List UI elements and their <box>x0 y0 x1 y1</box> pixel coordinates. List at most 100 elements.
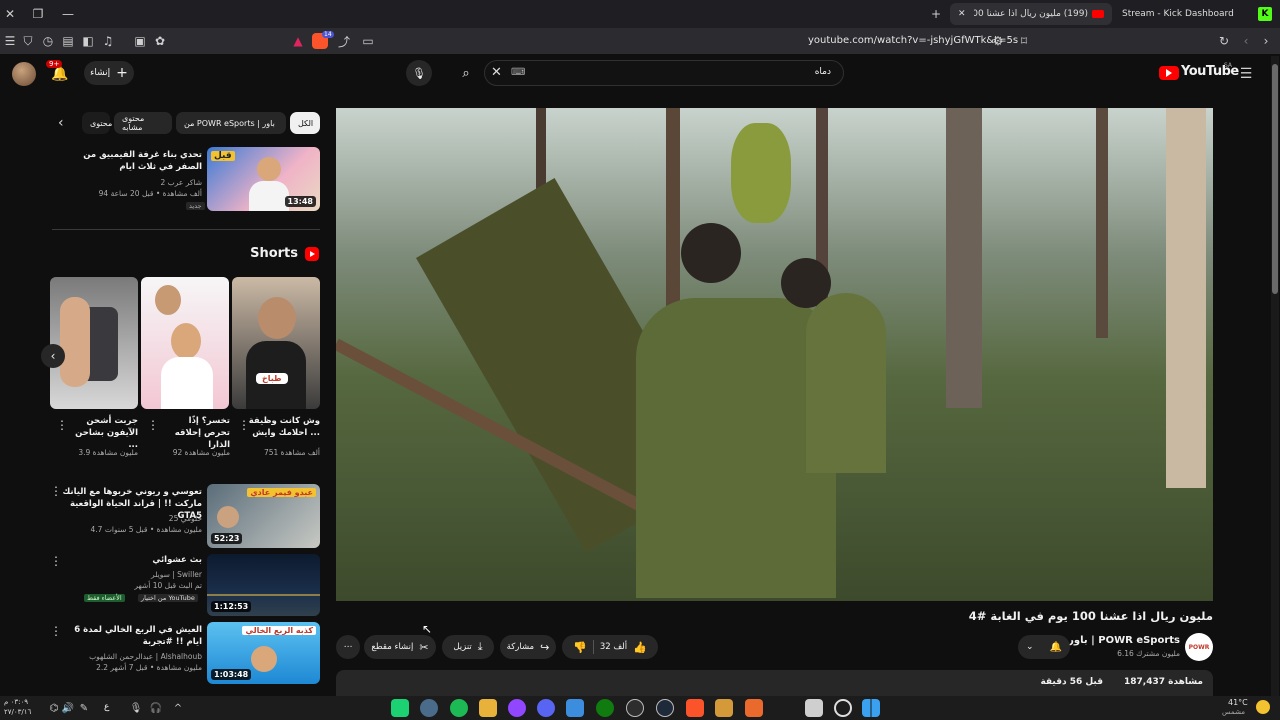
chip-channel[interactable]: من POWR eSports | باور <box>176 112 286 134</box>
extensions-icon[interactable]: ✿ <box>150 31 170 51</box>
brave-rewards-icon[interactable]: ▲ <box>288 31 308 51</box>
share-page-icon[interactable]: ⤴ <box>334 31 354 51</box>
history-icon[interactable]: ◷ <box>38 31 58 51</box>
short-title[interactable]: جربت أشحن الآيفون بشاحن ... <box>70 415 138 451</box>
search-input[interactable]: دماه <box>815 67 831 77</box>
minimize-window-icon[interactable]: — <box>58 4 78 24</box>
screenshot-icon[interactable]: ▣ <box>130 31 150 51</box>
clock-time[interactable]: ٠٣:٠٩ م <box>4 697 28 707</box>
discord-icon[interactable] <box>537 699 555 717</box>
chip-similar[interactable]: محتوى مشابه <box>114 112 172 134</box>
chip-related[interactable]: محتوى <box>82 112 112 134</box>
language-indicator[interactable]: ع <box>104 702 109 712</box>
more-options-icon[interactable]: ⋮ <box>50 554 62 568</box>
avatar[interactable] <box>12 62 36 86</box>
back-icon[interactable]: ‹ <box>1236 31 1256 51</box>
github-icon[interactable] <box>626 699 644 717</box>
file-explorer-icon[interactable] <box>479 699 497 717</box>
settings-app-icon[interactable] <box>420 699 438 717</box>
wallet-icon[interactable]: ▤ <box>58 31 78 51</box>
dislike-icon[interactable]: 👎 <box>573 641 587 654</box>
short-thumbnail-1[interactable]: طباخ <box>232 277 320 409</box>
short-title[interactable]: وش كانت وظيفة احلامك وايش ... <box>248 415 320 439</box>
tray-expand-icon[interactable]: ^ <box>168 698 188 718</box>
related-channel[interactable]: عبدالرحمن الشلهوب | Alshalhoub <box>60 651 202 662</box>
related-channel[interactable]: حلومي 25 <box>60 513 202 524</box>
more-options-icon[interactable]: ⋮ <box>50 624 62 638</box>
more-options-icon[interactable]: ⋮ <box>147 418 159 432</box>
forward-icon[interactable]: › <box>1256 31 1276 51</box>
short-thumbnail-2[interactable] <box>141 277 229 409</box>
url-text[interactable]: youtube.com/watch?v=-jshyjGfWTk&t=5s <box>808 35 1018 46</box>
create-button[interactable]: إنشاء + <box>84 61 134 85</box>
related-thumbnail[interactable]: عبدو فيمر عادي 52:23 <box>207 484 320 548</box>
video-player[interactable] <box>336 108 1213 601</box>
microphone-tray-icon[interactable]: 🎙 <box>126 698 146 718</box>
clip-button[interactable]: إنشاء مقطع ✂ <box>364 635 436 659</box>
description-box[interactable]: 187,437 مشاهدة قبل 56 دقيقة <box>336 670 1213 696</box>
new-tab-icon[interactable]: + <box>926 4 946 24</box>
sidebar-icon[interactable]: ◧ <box>78 31 98 51</box>
related-title[interactable]: تحدي بناء غرفة الفيمبيق من الصفر في ثلاث… <box>60 149 202 173</box>
weather-temp[interactable]: 41°C <box>1228 698 1248 707</box>
tab-youtube[interactable]: ✕ (199) مليون ريال اذا عشنا 100 <box>950 3 1112 25</box>
scrollbar-thumb[interactable] <box>1272 64 1278 294</box>
search-box[interactable]: ⌕ ✕ ⌨ دماه <box>462 60 844 86</box>
close-tab-icon[interactable]: ✕ <box>958 9 966 19</box>
chips-prev-icon[interactable]: ‹ <box>58 115 64 131</box>
related-thumbnail[interactable]: 1:12:53 <box>207 554 320 616</box>
launcher-icon[interactable] <box>745 699 763 717</box>
keyboard-icon[interactable]: ⌨ <box>511 67 525 78</box>
tab-kick[interactable]: Stream - Kick Dashboard <box>1114 3 1254 25</box>
clock-date[interactable]: ٢٧/٠٣/١٦ <box>4 707 31 717</box>
spotify-icon[interactable] <box>450 699 468 717</box>
search-icon[interactable]: ⌕ <box>449 60 483 86</box>
share-button[interactable]: مشاركة ↪ <box>500 635 556 659</box>
burger-app-icon[interactable] <box>715 699 733 717</box>
more-options-icon[interactable]: ⋮ <box>238 418 250 432</box>
shorts-prev-button[interactable]: ‹ <box>41 344 65 368</box>
channel-avatar[interactable]: POWR <box>1185 633 1213 661</box>
cast-icon[interactable]: ▭ <box>358 31 378 51</box>
short-thumbnail-3[interactable] <box>50 277 138 409</box>
more-actions-button[interactable]: ⋯ <box>336 635 360 659</box>
obs-icon[interactable] <box>508 699 526 717</box>
pen-icon[interactable]: ✎ <box>74 698 94 718</box>
brave-icon[interactable] <box>686 699 704 717</box>
app-icon[interactable] <box>391 699 409 717</box>
music-icon[interactable]: ♫ <box>98 31 118 51</box>
close-window-icon[interactable]: ✕ <box>0 4 20 24</box>
bookmark-icon[interactable]: ⌑ <box>1014 31 1034 51</box>
more-options-icon[interactable]: ⋮ <box>50 484 62 498</box>
like-count[interactable]: 32 ألف <box>600 642 627 652</box>
headset-icon[interactable]: 🎧 <box>146 698 166 718</box>
store-icon[interactable] <box>566 699 584 717</box>
reload-icon[interactable]: ↻ <box>1214 31 1234 51</box>
short-title[interactable]: تخسر؟ إذًا تحرص إحلاقه الذارا <box>160 415 230 451</box>
like-icon[interactable]: 👍 <box>633 641 647 654</box>
chevron-left-icon: ‹ <box>50 349 56 363</box>
download-button[interactable]: تنزيل ⤓ <box>442 635 494 659</box>
site-settings-icon[interactable]: ⚙ <box>988 31 1008 51</box>
related-channel[interactable]: سويلر | Swiller <box>60 569 202 580</box>
subscribed-button[interactable]: ⌄ 🔔 <box>1018 635 1070 659</box>
scrollbar-track[interactable] <box>1271 56 1279 696</box>
xbox-icon[interactable] <box>596 699 614 717</box>
clear-search-icon[interactable]: ✕ <box>491 65 502 80</box>
menu-icon[interactable]: ☰ <box>0 31 20 51</box>
related-channel[interactable]: شاكر عرب 2 <box>60 177 202 188</box>
related-thumbnail[interactable]: قبل 13:48 <box>207 147 320 211</box>
related-title[interactable]: بث عشوائي <box>60 554 202 566</box>
windows-start-icon[interactable] <box>862 699 880 717</box>
restore-window-icon[interactable]: ❐ <box>28 4 48 24</box>
task-view-icon[interactable] <box>805 699 823 717</box>
chip-all[interactable]: الكل <box>290 112 320 134</box>
shield-icon[interactable]: ⛉ <box>18 31 38 51</box>
steam-icon[interactable] <box>656 699 674 717</box>
voice-search-button[interactable]: 🎙 <box>406 60 432 86</box>
hamburger-menu-icon[interactable]: ☰ <box>1236 64 1256 84</box>
taskbar-search-icon[interactable] <box>834 699 852 717</box>
related-title[interactable]: العيش في الربع الخالي لمدة 6 ايام !! #تج… <box>60 624 202 648</box>
related-thumbnail[interactable]: كذبه الربع الخالي 1:03:48 <box>207 622 320 684</box>
more-options-icon[interactable]: ⋮ <box>56 418 68 432</box>
